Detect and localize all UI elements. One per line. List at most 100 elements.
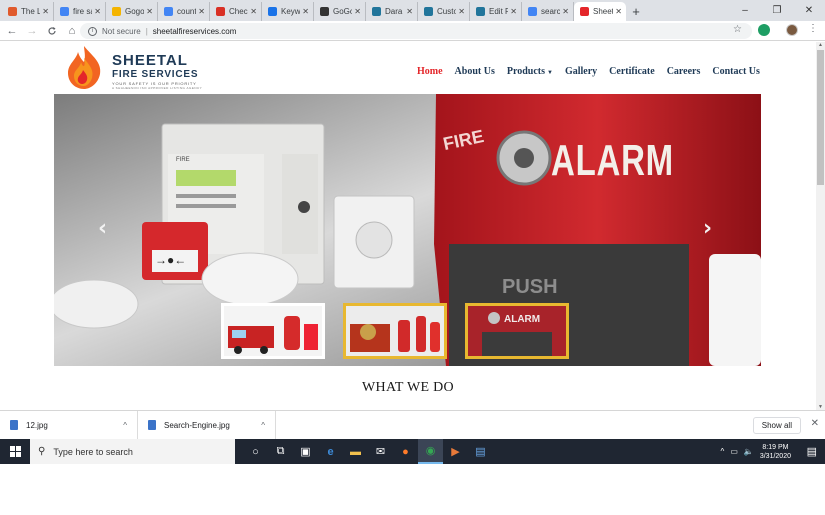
tab-title: count (177, 7, 197, 16)
taskbar-clock[interactable]: 8:19 PM 3/31/2020 (760, 443, 791, 461)
nav-about-us[interactable]: About Us (455, 66, 495, 77)
slider-next-button[interactable]: › (703, 216, 712, 241)
close-window-button[interactable]: ✕ (793, 0, 825, 21)
tab-close-icon[interactable]: ✕ (562, 7, 569, 16)
tab-close-icon[interactable]: ✕ (94, 7, 101, 16)
site-logo[interactable]: SHEETAL FIRE SERVICES YOUR SAFETY IS OUR… (60, 42, 210, 92)
tab-title: fire sa (73, 7, 92, 16)
start-button[interactable] (0, 439, 30, 464)
tab-title: Keyw (281, 7, 301, 16)
firefox-icon[interactable]: ● (393, 439, 418, 464)
tab-title: The Li (21, 7, 40, 16)
hero-slider[interactable]: FIRE ALARM FIRE PUSH →●← ‹ › ALARM (54, 94, 761, 366)
tab-title: GoGo (333, 7, 353, 16)
edge-icon[interactable]: e (318, 439, 343, 464)
mail-icon[interactable]: ✉ (368, 439, 393, 464)
tab-close-icon[interactable]: ✕ (510, 7, 517, 16)
tab-close-icon[interactable]: ✕ (198, 7, 205, 16)
photos-icon[interactable]: ▤ (468, 439, 493, 464)
address-separator: | (145, 26, 148, 36)
info-icon[interactable]: i (88, 26, 97, 36)
tab-close-icon[interactable]: ✕ (354, 7, 361, 16)
tab-title: Check (229, 7, 248, 16)
forward-button[interactable]: → (24, 23, 40, 39)
slider-thumbnail-1[interactable] (221, 303, 325, 359)
browser-tab[interactable]: search✕ (522, 2, 574, 21)
restore-button[interactable]: ❐ (761, 0, 793, 21)
page-viewport: SHEETAL FIRE SERVICES YOUR SAFETY IS OUR… (0, 42, 816, 410)
menu-icon[interactable]: ⋮ (808, 23, 818, 34)
back-button[interactable]: ← (4, 23, 20, 39)
push-label: PUSH (502, 276, 558, 298)
tab-close-icon[interactable]: ✕ (615, 7, 622, 16)
thumb-fire-alarm: ALARM (468, 306, 566, 356)
cortana-icon[interactable]: ○ (243, 439, 268, 464)
browser-tab[interactable]: Keyw ✕ (262, 2, 314, 21)
download-filename: Search-Engine.jpg (164, 420, 230, 430)
download-item-2[interactable]: Search-Engine.jpg ^ (138, 410, 276, 440)
scrollbar-thumb[interactable] (817, 50, 824, 185)
home-button[interactable]: ⌂ (64, 23, 80, 39)
grammarly-extension-icon[interactable] (758, 24, 770, 36)
bookmark-star-icon[interactable]: ☆ (733, 24, 742, 35)
download-bar: 12.jpg ^ Search-Engine.jpg ^ Show all ✕ (0, 410, 825, 440)
slider-thumbnail-3[interactable]: ALARM (465, 303, 569, 359)
browser-tab[interactable]: The Li✕ (2, 2, 54, 21)
browser-tab[interactable]: count ✕ (158, 2, 210, 21)
browser-tab[interactable]: Edit F ✕ (470, 2, 522, 21)
tab-close-icon[interactable]: ✕ (406, 7, 413, 16)
nav-products[interactable]: Products ▼ (507, 66, 553, 77)
slider-thumbnail-2[interactable] (343, 303, 447, 359)
notification-icon[interactable]: ▤ (807, 445, 817, 458)
browser-tab[interactable]: Check✕ (210, 2, 262, 21)
file-explorer-icon[interactable]: ▬ (343, 439, 368, 464)
scroll-up-icon[interactable]: ▲ (817, 42, 824, 48)
media-player-icon[interactable]: ▶ (443, 439, 468, 464)
task-view-icon[interactable]: ⧉ (268, 439, 293, 464)
taskbar-search-box[interactable]: ⚲ Type here to search (30, 439, 235, 464)
chevron-up-icon[interactable]: ^ (123, 421, 127, 430)
battery-icon[interactable]: ▭ (730, 447, 738, 456)
slider-prev-button[interactable]: ‹ (98, 216, 107, 241)
panel-label: FIRE (176, 157, 190, 163)
section-title: WHAT WE DO (362, 380, 454, 395)
tab-close-icon[interactable]: ✕ (250, 7, 257, 16)
chevron-up-icon[interactable]: ^ (261, 421, 265, 430)
profile-avatar[interactable] (786, 24, 798, 36)
tab-close-icon[interactable]: ✕ (42, 7, 49, 16)
tab-favicon-icon (8, 7, 17, 16)
tab-close-icon[interactable]: ✕ (146, 7, 153, 16)
download-item-1[interactable]: 12.jpg ^ (0, 410, 138, 440)
slider-thumbnails: ALARM (221, 303, 569, 359)
store-icon[interactable]: ▣ (293, 439, 318, 464)
nav-certificate[interactable]: Certificate (609, 66, 655, 77)
windows-logo-icon (9, 446, 21, 457)
volume-icon[interactable]: 🔈 (744, 447, 754, 456)
address-bar[interactable]: i Not secure | sheetalfireservices.com ☆ (80, 23, 752, 39)
reload-button[interactable] (44, 23, 60, 39)
nav-careers[interactable]: Careers (667, 66, 701, 77)
browser-tab[interactable]: Gogo ✕ (106, 2, 158, 21)
search-icon: ⚲ (38, 446, 46, 457)
browser-tab[interactable]: Custo ✕ (418, 2, 470, 21)
chevron-down-icon: ▼ (547, 70, 553, 76)
show-all-downloads-button[interactable]: Show all (752, 417, 801, 434)
tab-favicon-icon (424, 7, 433, 16)
minimize-button[interactable]: – (729, 0, 761, 21)
browser-tab[interactable]: GoGo ✕ (314, 2, 366, 21)
new-tab-button[interactable]: + (626, 2, 646, 21)
nav-home[interactable]: Home (417, 66, 443, 77)
browser-tab[interactable]: Dara ✕ (366, 2, 418, 21)
browser-tab[interactable]: fire sa✕ (54, 2, 106, 21)
nav-contact-us[interactable]: Contact Us (712, 66, 760, 77)
close-download-bar-icon[interactable]: ✕ (811, 418, 819, 429)
tab-close-icon[interactable]: ✕ (302, 7, 309, 16)
page-scrollbar[interactable]: ▲ ▼ (816, 42, 825, 410)
tray-chevron-up-icon[interactable]: ^ (721, 447, 725, 456)
tab-close-icon[interactable]: ✕ (458, 7, 465, 16)
browser-tab[interactable]: Sheet ✕ (574, 2, 626, 21)
nav-gallery[interactable]: Gallery (565, 66, 597, 77)
chrome-icon[interactable]: ◉ (418, 439, 443, 464)
thumb-fire-equipment (346, 306, 444, 356)
tab-favicon-icon (580, 7, 589, 16)
